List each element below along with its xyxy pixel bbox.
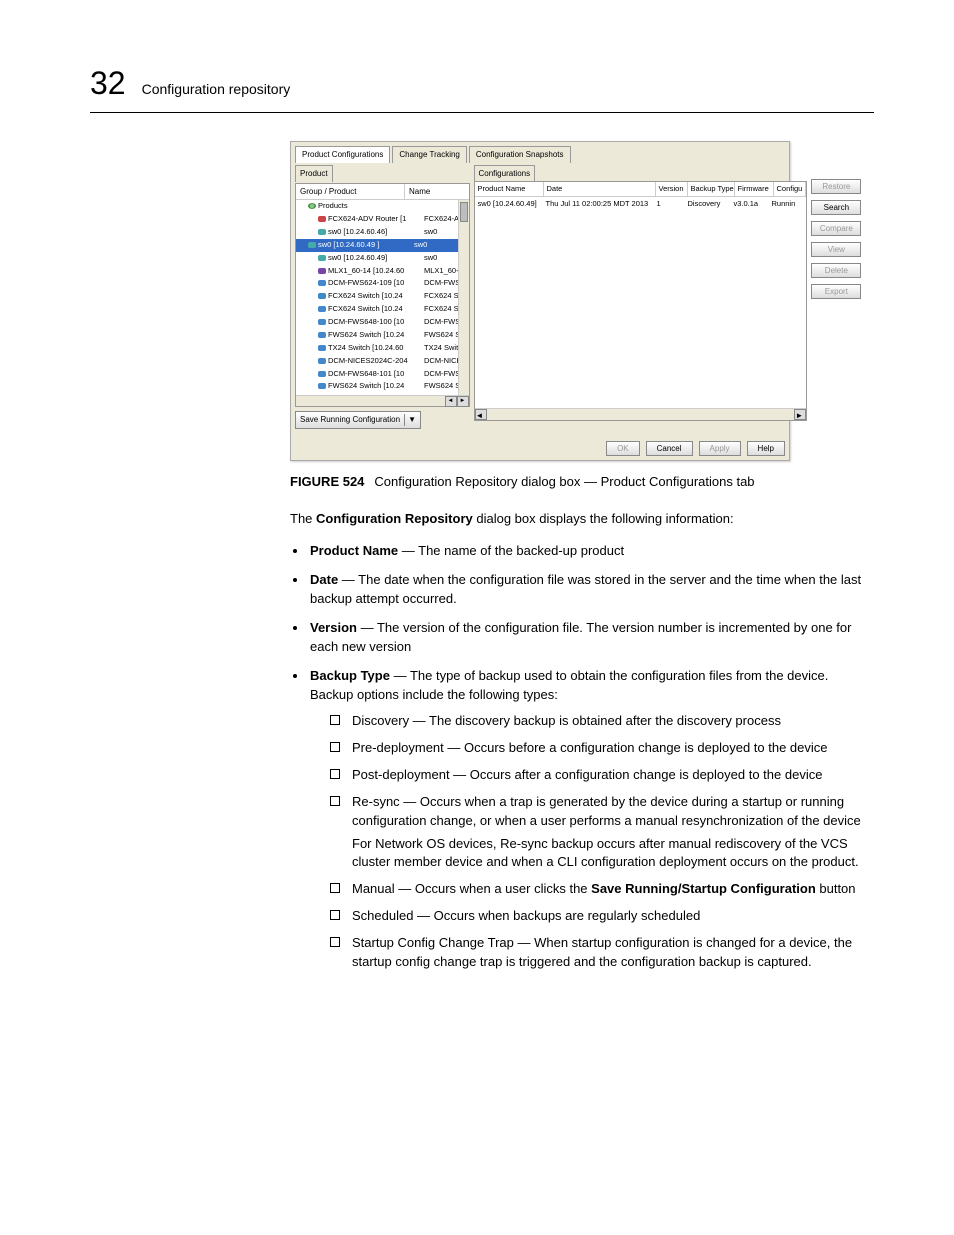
- section-title: Configuration repository: [142, 79, 291, 99]
- table-row[interactable]: sw0 [10.24.60.49] Thu Jul 11 02:00:25 MD…: [475, 197, 807, 212]
- device-icon: [318, 280, 326, 286]
- backup-type-list: Discovery — The discovery backup is obta…: [330, 712, 874, 971]
- tree-row[interactable]: DCM-FWS648-101 [10DCM-FWS6: [296, 368, 469, 381]
- horizontal-scrollbar[interactable]: ◄►: [296, 395, 469, 406]
- device-icon: [308, 203, 316, 209]
- tree-row[interactable]: FCX624-ADV Router [1FCX624-AD: [296, 213, 469, 226]
- tree-header-name: Name: [405, 184, 469, 200]
- tree-row[interactable]: TX24 Switch [10.24.60TX24 Swit: [296, 342, 469, 355]
- chevron-down-icon[interactable]: ▼: [404, 414, 416, 426]
- help-button[interactable]: Help: [747, 441, 785, 456]
- view-button[interactable]: View: [811, 242, 861, 257]
- tree-row[interactable]: Products: [296, 200, 469, 213]
- list-item: Scheduled — Occurs when backups are regu…: [330, 907, 874, 926]
- tree-row[interactable]: sw0 [10.24.60.49 ]sw0: [296, 239, 469, 252]
- apply-button[interactable]: Apply: [699, 441, 741, 456]
- device-icon: [318, 383, 326, 389]
- tree-row[interactable]: FWS624 Switch [10.24FWS624 S: [296, 329, 469, 342]
- restore-button[interactable]: Restore: [811, 179, 861, 194]
- tree-header-group: Group / Product: [296, 184, 405, 200]
- delete-button[interactable]: Delete: [811, 263, 861, 278]
- list-item: Startup Config Change Trap — When startu…: [330, 934, 874, 972]
- tree-row[interactable]: FCX624 Switch [10.24FCX624 Sw: [296, 290, 469, 303]
- tree-row[interactable]: FWS624 Switch [10.24FWS624 S: [296, 380, 469, 393]
- list-item: Version — The version of the configurati…: [308, 619, 874, 657]
- intro-paragraph: The Configuration Repository dialog box …: [290, 510, 874, 529]
- device-icon: [318, 345, 326, 351]
- list-item: Manual — Occurs when a user clicks the S…: [330, 880, 874, 899]
- tree-row[interactable]: DCM-FWS624-109 [10DCM-FWS6: [296, 277, 469, 290]
- device-icon: [318, 255, 326, 261]
- vertical-scrollbar[interactable]: [458, 200, 469, 395]
- list-item: Post-deployment — Occurs after a configu…: [330, 766, 874, 785]
- tree-row[interactable]: DCM-NICES2024C-204DCM-NICES: [296, 355, 469, 368]
- tree-row[interactable]: CER60-1 [10.24.60.60]CER60-1: [296, 393, 469, 395]
- device-icon: [318, 306, 326, 312]
- side-buttons: Restore Search Compare View Delete Expor…: [811, 165, 861, 429]
- tree-row[interactable]: DCM-FWS648-100 [10DCM-FWS6: [296, 316, 469, 329]
- tree-row[interactable]: sw0 [10.24.60.46]sw0: [296, 226, 469, 239]
- device-icon: [318, 229, 326, 235]
- tabs-row: Product Configurations Change Tracking C…: [295, 146, 785, 163]
- configurations-panel: Configurations Product Name Date Version…: [474, 165, 808, 429]
- tree-row[interactable]: sw0 [10.24.60.49]sw0: [296, 252, 469, 265]
- cancel-button[interactable]: Cancel: [646, 441, 693, 456]
- compare-button[interactable]: Compare: [811, 221, 861, 236]
- field-list: Product Name — The name of the backed-up…: [308, 542, 874, 971]
- page-header: 32 Configuration repository: [90, 60, 874, 113]
- figure-image: Product Configurations Change Tracking C…: [290, 141, 790, 460]
- device-icon: [318, 268, 326, 274]
- export-button[interactable]: Export: [811, 284, 861, 299]
- chapter-number: 32: [90, 60, 126, 106]
- search-button[interactable]: Search: [811, 200, 861, 215]
- device-icon: [318, 371, 326, 377]
- tab-product-configurations[interactable]: Product Configurations: [295, 146, 390, 163]
- tab-change-tracking[interactable]: Change Tracking: [392, 146, 466, 163]
- device-icon: [318, 293, 326, 299]
- ok-button[interactable]: OK: [606, 441, 640, 456]
- configurations-panel-title: Configurations: [474, 165, 536, 182]
- dialog-bottom-buttons: OK Cancel Apply Help: [295, 429, 785, 456]
- save-running-config-button[interactable]: Save Running Configuration ▼: [295, 411, 421, 429]
- config-table-header: Product Name Date Version Backup Type Fi…: [475, 182, 807, 198]
- tree-row[interactable]: MLX1_60-14 [10.24.60MLX1_60-1: [296, 265, 469, 278]
- list-item: Re-sync — Occurs when a trap is generate…: [330, 793, 874, 872]
- config-horizontal-scrollbar[interactable]: ◄ ►: [475, 408, 807, 420]
- product-panel: Product Group / Product Name ProductsFCX…: [295, 165, 470, 429]
- tree-row[interactable]: FCX624 Switch [10.24FCX624 Sw: [296, 303, 469, 316]
- device-icon: [318, 319, 326, 325]
- list-item: Pre-deployment — Occurs before a configu…: [330, 739, 874, 758]
- device-icon: [318, 358, 326, 364]
- list-item: Date — The date when the configuration f…: [308, 571, 874, 609]
- list-item: Discovery — The discovery backup is obta…: [330, 712, 874, 731]
- product-panel-title: Product: [295, 165, 333, 182]
- product-tree[interactable]: ProductsFCX624-ADV Router [1FCX624-ADsw0…: [296, 200, 469, 395]
- device-icon: [308, 242, 316, 248]
- device-icon: [318, 332, 326, 338]
- figure-caption: FIGURE 524Configuration Repository dialo…: [290, 473, 874, 492]
- tab-configuration-snapshots[interactable]: Configuration Snapshots: [469, 146, 571, 163]
- list-item: Backup Type — The type of backup used to…: [308, 667, 874, 972]
- list-item: Product Name — The name of the backed-up…: [308, 542, 874, 561]
- dialog-window: Product Configurations Change Tracking C…: [290, 141, 790, 460]
- device-icon: [318, 216, 326, 222]
